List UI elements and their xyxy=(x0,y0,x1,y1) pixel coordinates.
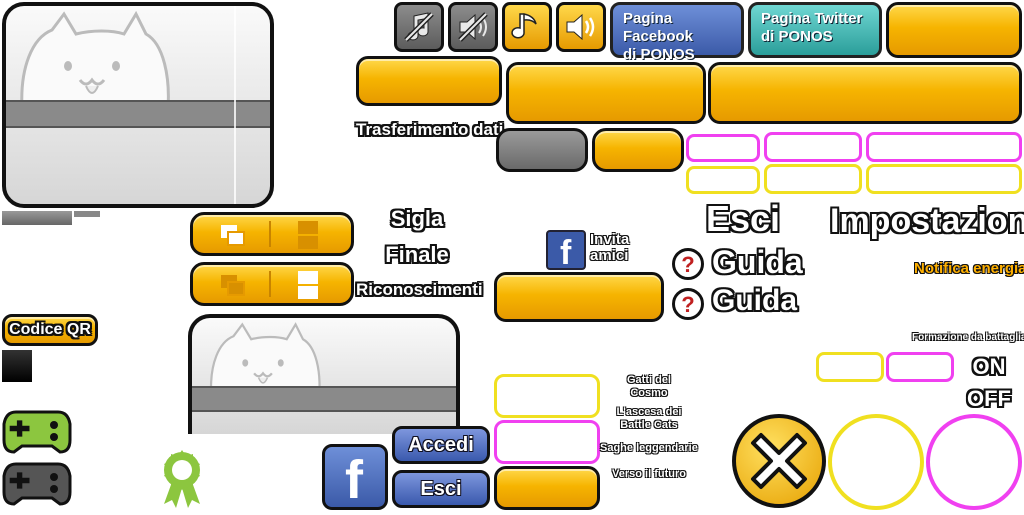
overlap-windows-icon xyxy=(221,225,245,246)
story-title-3: Saghe leggendarie xyxy=(600,442,698,454)
data-transfer-label: Trasferimento dati xyxy=(356,120,504,139)
exit-label: Esci xyxy=(706,198,781,239)
speaker-icon xyxy=(566,13,595,41)
cat-face-icon xyxy=(20,10,170,108)
blank-orange-button-1[interactable] xyxy=(356,56,502,106)
black-swatch xyxy=(2,350,32,382)
invite-friends-label: Invita amici xyxy=(590,231,630,264)
blank-orange-button-2[interactable] xyxy=(506,62,706,124)
formation-box-yellow[interactable] xyxy=(816,352,884,382)
gamepad-icon-green xyxy=(2,406,72,456)
twitter-page-button[interactable]: Pagina Twitter di PONOS xyxy=(748,2,882,58)
story-title-1: Gatti del Cosmo xyxy=(626,374,671,399)
panel-shadow-bar-thin xyxy=(74,211,100,217)
gamepad-icon-gray xyxy=(2,458,72,508)
credits-label: Riconoscimenti xyxy=(356,280,483,299)
opening-label: Sigla xyxy=(390,206,444,231)
guide-label-2: Guida xyxy=(712,284,798,317)
gray-pill-button[interactable] xyxy=(496,128,588,172)
pink-outline-circle xyxy=(926,414,1022,510)
achievement-ribbon-icon xyxy=(158,446,206,510)
sound-off-button[interactable] xyxy=(448,2,498,52)
formation-box-pink[interactable] xyxy=(886,352,954,382)
facebook-icon: f xyxy=(546,230,586,272)
yellow-outline-circle xyxy=(828,414,924,510)
split-windows-icon xyxy=(298,221,318,249)
cat-banner-panel-small xyxy=(188,314,460,434)
yellow-outline-box-2 xyxy=(764,164,862,194)
question-icon: ? xyxy=(672,288,704,320)
guide-row-1[interactable]: ? Guida xyxy=(670,244,810,284)
guide-label-1: Guida xyxy=(712,244,803,280)
overlap-windows-icon xyxy=(221,275,245,296)
music-on-button[interactable] xyxy=(502,2,552,52)
pink-outline-box-2 xyxy=(764,132,862,162)
story-box-yellow[interactable] xyxy=(494,374,600,418)
story-title-2: L'ascesa dei Battle Cats xyxy=(616,406,682,431)
cat-banner-panel xyxy=(2,2,274,208)
yellow-outline-box-1 xyxy=(686,166,760,194)
speaker-muted-icon xyxy=(458,12,488,42)
story-button-orange[interactable] xyxy=(494,466,600,510)
orange-pill-button[interactable] xyxy=(592,128,684,172)
pink-outline-box-3 xyxy=(866,132,1022,162)
facebook-logo-button[interactable]: f xyxy=(322,444,388,510)
story-box-pink[interactable] xyxy=(494,420,600,464)
cat-face-icon xyxy=(209,322,321,394)
panel-band xyxy=(192,386,456,412)
guide-row-2[interactable]: ? Guida xyxy=(670,284,800,324)
blank-orange-button-3[interactable] xyxy=(708,62,1022,124)
energy-notification-label: Notifica energia xyxy=(914,260,1024,277)
close-icon xyxy=(751,433,807,489)
yellow-outline-box-3 xyxy=(866,164,1022,194)
split-windows-icon xyxy=(298,271,318,299)
question-icon: ? xyxy=(672,248,704,280)
panel-band xyxy=(6,100,270,128)
music-note-icon xyxy=(511,13,537,39)
panel-shadow-bar xyxy=(2,211,72,225)
facebook-page-button[interactable]: Pagina Facebook di PONOS xyxy=(610,2,744,63)
music-off-button[interactable] xyxy=(394,2,444,52)
battle-formation-label: Formazione da battaglia xyxy=(912,332,1024,343)
toggle-separator xyxy=(269,271,271,297)
invite-friends-button[interactable] xyxy=(494,272,664,322)
toggle-separator xyxy=(269,221,271,247)
login-button[interactable]: Accedi xyxy=(392,426,490,464)
qr-code-button[interactable]: Codice QR xyxy=(2,314,98,346)
window-mode-toggle-2[interactable] xyxy=(190,262,354,306)
panel-divider xyxy=(234,6,236,204)
qr-code-label: Codice QR xyxy=(9,321,91,338)
on-label: ON xyxy=(972,354,1006,379)
pink-outline-box-1 xyxy=(686,134,760,162)
sound-on-button[interactable] xyxy=(556,2,606,52)
music-muted-icon xyxy=(404,12,434,42)
ending-label: Finale xyxy=(385,242,449,267)
off-label: OFF xyxy=(967,386,1011,411)
logout-button[interactable]: Esci xyxy=(392,470,490,508)
blank-orange-button-top-right[interactable] xyxy=(886,2,1022,58)
close-button[interactable] xyxy=(732,414,826,508)
settings-label: Impostazioni xyxy=(830,202,1024,240)
window-mode-toggle-1[interactable] xyxy=(190,212,354,256)
story-title-4: Verso il futuro xyxy=(612,468,686,480)
